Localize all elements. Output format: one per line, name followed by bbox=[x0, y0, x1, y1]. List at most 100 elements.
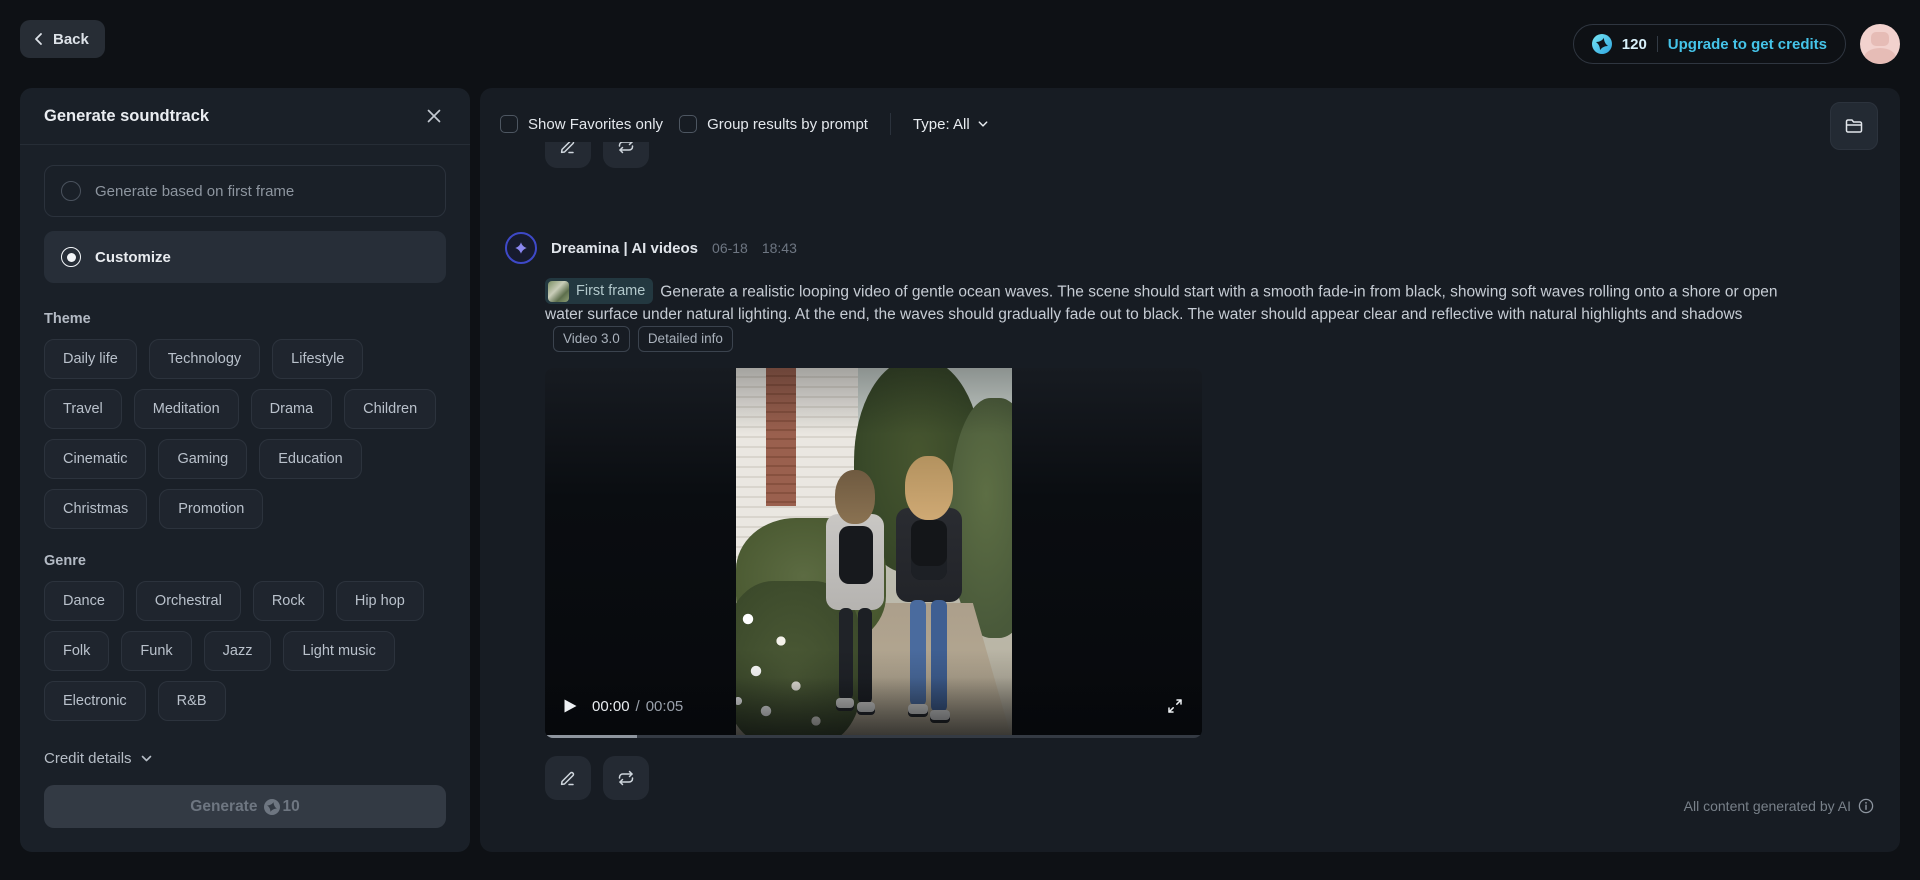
regenerate-button[interactable] bbox=[603, 756, 649, 800]
genre-chip[interactable]: Rock bbox=[252, 581, 324, 621]
generate-button[interactable]: Generate 10 bbox=[44, 785, 446, 828]
credits-pill[interactable]: 120 Upgrade to get credits bbox=[1572, 24, 1846, 64]
current-time: 00:00 bbox=[592, 697, 630, 715]
radio-unselected-icon bbox=[61, 181, 81, 201]
post-date: 06-18 bbox=[712, 240, 748, 256]
theme-chip[interactable]: Cinematic bbox=[44, 439, 147, 479]
chevron-down-icon bbox=[140, 752, 153, 765]
option-label: Customize bbox=[95, 248, 171, 266]
panel-title: Generate soundtrack bbox=[44, 106, 210, 125]
edit-button[interactable] bbox=[545, 756, 591, 800]
repeat-icon bbox=[616, 142, 636, 156]
credit-coin-small-icon bbox=[264, 798, 281, 815]
credit-details-toggle[interactable]: Credit details bbox=[44, 750, 446, 767]
video-player[interactable]: 00:00 / 00:05 bbox=[545, 368, 1202, 738]
detailed-info-tag[interactable]: Detailed info bbox=[637, 326, 733, 352]
genre-chip-list: Dance Orchestral Rock Hip hop Folk Funk Jazz Li… bbox=[44, 581, 446, 721]
filter-label: Show Favorites only bbox=[528, 115, 664, 133]
post-actions bbox=[545, 756, 1835, 800]
play-button[interactable] bbox=[563, 698, 578, 714]
dreamina-avatar bbox=[505, 232, 537, 264]
info-icon[interactable] bbox=[1858, 798, 1874, 814]
play-icon bbox=[563, 698, 578, 714]
theme-chip[interactable]: Travel bbox=[44, 389, 122, 429]
asset-manager-button[interactable] bbox=[1830, 102, 1878, 150]
filter-group-results[interactable]: Group results by prompt bbox=[679, 115, 868, 133]
genre-section-label: Genre bbox=[44, 553, 86, 569]
pencil-icon bbox=[558, 768, 578, 788]
video-progress-bar[interactable] bbox=[545, 735, 1202, 738]
theme-chip[interactable]: Daily life bbox=[44, 339, 137, 379]
prompt-text: Generate a realistic looping video of ge… bbox=[545, 283, 1778, 324]
filter-show-favorites[interactable]: Show Favorites only bbox=[500, 115, 663, 133]
checkbox-icon[interactable] bbox=[500, 115, 518, 133]
back-label: Back bbox=[53, 30, 89, 48]
pencil-icon bbox=[558, 142, 578, 156]
credit-details-label: Credit details bbox=[44, 750, 132, 767]
fullscreen-button[interactable] bbox=[1166, 697, 1184, 715]
genre-chip[interactable]: Hip hop bbox=[335, 581, 424, 621]
genre-chip[interactable]: R&B bbox=[157, 681, 226, 721]
generate-soundtrack-panel: Generate soundtrack Generate based on fi… bbox=[20, 88, 470, 852]
theme-chip[interactable]: Education bbox=[259, 439, 362, 479]
credits-count: 120 bbox=[1621, 35, 1647, 53]
theme-chip[interactable]: Christmas bbox=[44, 489, 148, 529]
genre-chip[interactable]: Dance bbox=[44, 581, 124, 621]
folder-icon bbox=[1844, 116, 1864, 136]
pill-divider bbox=[1656, 36, 1658, 52]
option-label: Generate based on first frame bbox=[95, 182, 295, 200]
theme-chip[interactable]: Children bbox=[344, 389, 437, 429]
top-right-cluster: 120 Upgrade to get credits bbox=[1572, 24, 1900, 64]
first-frame-label: First frame bbox=[576, 283, 646, 299]
chevron-down-icon bbox=[977, 118, 989, 130]
genre-chip[interactable]: Folk bbox=[44, 631, 110, 671]
fullscreen-icon bbox=[1166, 697, 1184, 715]
top-bar: Back 120 Upgrade to get credits bbox=[0, 0, 1920, 88]
theme-chip[interactable]: Technology bbox=[148, 339, 261, 379]
edit-button[interactable] bbox=[545, 142, 591, 168]
post-author: Dreamina | AI videos bbox=[551, 239, 699, 257]
generate-label: Generate bbox=[190, 797, 258, 815]
type-filter-label: Type: All bbox=[912, 115, 970, 133]
theme-chip[interactable]: Drama bbox=[250, 389, 333, 429]
back-button[interactable]: Back bbox=[20, 20, 105, 58]
time-separator: / bbox=[635, 697, 640, 715]
option-customize[interactable]: Customize bbox=[44, 231, 446, 283]
prompt-block: First frame Generate a realistic looping… bbox=[545, 278, 1800, 352]
genre-chip[interactable]: Electronic bbox=[44, 681, 146, 721]
filter-bar: Show Favorites only Group results by pro… bbox=[500, 104, 989, 144]
avatar-body-shape bbox=[1864, 48, 1896, 64]
close-panel-button[interactable] bbox=[422, 104, 446, 128]
genre-chip[interactable]: Jazz bbox=[203, 631, 272, 671]
regenerate-button[interactable] bbox=[603, 142, 649, 168]
theme-chip-list: Daily life Technology Lifestyle Travel Medit… bbox=[44, 339, 446, 529]
filter-divider bbox=[889, 113, 891, 135]
post-header: Dreamina | AI videos 06-18 18:43 bbox=[505, 232, 1835, 264]
type-filter-dropdown[interactable]: Type: All bbox=[913, 116, 989, 133]
genre-chip[interactable]: Light music bbox=[283, 631, 395, 671]
results-feed: Dreamina | AI videos 06-18 18:43 First f… bbox=[505, 142, 1835, 800]
first-frame-tag[interactable]: First frame bbox=[545, 278, 654, 304]
duration: 00:05 bbox=[645, 697, 684, 715]
generate-cost-value: 10 bbox=[282, 797, 300, 815]
video-controls: 00:00 / 00:05 bbox=[545, 677, 1202, 735]
repeat-icon bbox=[616, 768, 636, 788]
video-progress-buffer bbox=[545, 735, 637, 738]
upgrade-link[interactable]: Upgrade to get credits bbox=[1668, 36, 1827, 53]
user-avatar[interactable] bbox=[1860, 24, 1900, 64]
panel-divider bbox=[20, 144, 470, 145]
theme-chip[interactable]: Gaming bbox=[158, 439, 248, 479]
model-version-tag: Video 3.0 bbox=[553, 326, 630, 352]
genre-chip[interactable]: Funk bbox=[121, 631, 192, 671]
genre-chip[interactable]: Orchestral bbox=[135, 581, 241, 621]
theme-chip[interactable]: Meditation bbox=[133, 389, 239, 429]
close-icon bbox=[426, 108, 442, 124]
post-datetime: 06-18 18:43 bbox=[712, 240, 797, 256]
chevron-left-icon bbox=[32, 32, 46, 46]
avatar-head-shape bbox=[1871, 32, 1889, 46]
theme-chip[interactable]: Promotion bbox=[159, 489, 264, 529]
option-generate-first-frame[interactable]: Generate based on first frame bbox=[44, 165, 446, 217]
checkbox-icon[interactable] bbox=[679, 115, 698, 133]
theme-chip[interactable]: Lifestyle bbox=[272, 339, 364, 379]
previous-post-actions-clipped bbox=[545, 142, 745, 168]
